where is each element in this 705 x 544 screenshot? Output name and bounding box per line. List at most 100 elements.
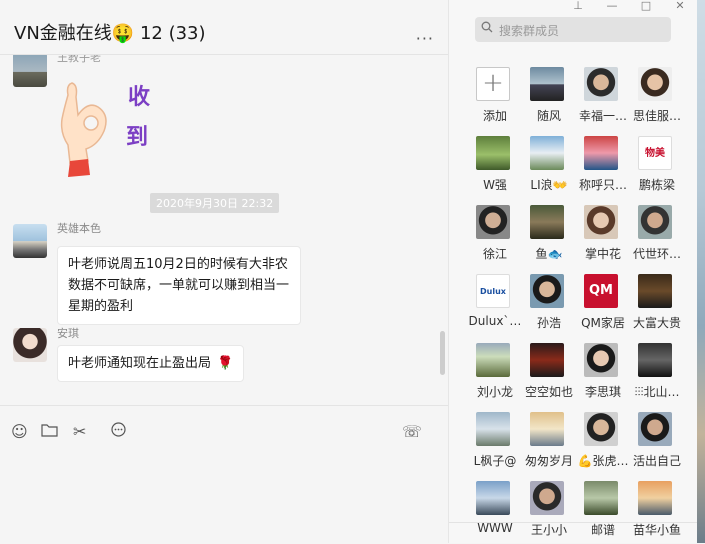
member-name: 幸福一… [578,109,627,123]
video-call-icon[interactable]: ☏ [402,422,422,441]
member-item[interactable]: 李思琪 [575,343,629,400]
message-bubble[interactable]: 叶老师说周五10月2日的时候有大非农数据不可缺席，一单就可以赚到相当一星期的盈利 [57,246,301,325]
member-item[interactable]: 邮谱 [575,481,629,538]
chat-header: VN金融在线🤑 12 (33) ··· [0,0,448,55]
avatar [530,343,564,377]
scissors-icon[interactable]: ✂ [73,422,86,441]
member-name: 💪张虎… [577,454,629,468]
close-icon[interactable]: ✕ [663,0,697,14]
more-button[interactable]: ··· [416,29,434,48]
member-name: L枫子@ [473,454,517,468]
member-item[interactable]: 孙浩 [521,274,575,331]
member-item[interactable]: 苗华小鱼 [629,481,683,538]
member-name: 徐江 [482,247,507,261]
member-name: 思佳服… [632,109,681,123]
input-toolbar: ☺ ✂ ☏ [0,405,448,544]
member-item[interactable]: 掌中花 [575,205,629,262]
member-name: 李思琪 [584,385,621,399]
avatar [638,67,672,101]
avatar: 物美 [638,136,672,170]
member-item[interactable]: LI浪👐 [521,136,575,193]
member-item[interactable]: 大富大贵 [629,274,683,331]
member-name: 苗华小鱼 [632,523,681,537]
avatar [584,67,618,101]
member-item[interactable]: 💪张虎… [575,412,629,469]
message-list[interactable]: 王教子老 收 到 2020年9月30日 22:32 英雄本色 叶老师说周五10月… [0,55,448,405]
member-item[interactable]: 刘小龙 [467,343,521,400]
member-count: 12 (33) [139,23,206,44]
scrollbar[interactable] [440,331,445,375]
sticker-text-2: 到 [126,125,149,150]
avatar [638,274,672,308]
search-icon [481,21,493,37]
avatar: QM [584,274,618,308]
member-item[interactable]: L枫子@ [467,412,521,469]
member-item[interactable]: 随风 [521,67,575,124]
title-emoji: 🤑 [111,23,135,44]
member-item[interactable]: 幸福一… [575,67,629,124]
chat-title: VN金融在线🤑 12 (33) [14,19,206,45]
member-item[interactable]: 物美 鹏栋梁 [629,136,683,193]
member-name: 称呼只… [578,178,627,192]
member-item[interactable]: 代世环… [629,205,683,262]
avatar [476,343,510,377]
member-item[interactable]: ⫶⫶⫶北山… [629,343,683,400]
member-name: 活出自己 [632,454,681,468]
add-member-button[interactable]: + 添加 [467,67,521,124]
plus-icon: + [476,67,510,101]
member-item[interactable]: 鱼🐟 [521,205,575,262]
member-name: ⫶⫶⫶北山… [634,385,680,399]
avatar [584,343,618,377]
timestamp-badge: 2020年9月30日 22:32 [150,193,280,213]
member-item[interactable]: QM QM家居 [575,274,629,331]
avatar [476,481,510,515]
minimize-icon[interactable]: — [595,0,629,14]
avatar [638,481,672,515]
chat-history-icon[interactable] [110,422,127,442]
avatar [584,481,618,515]
member-item[interactable]: 思佳服… [629,67,683,124]
member-name: LI浪👐 [530,178,568,192]
desktop-background [697,0,705,543]
folder-icon[interactable] [41,422,58,441]
window-controls: ⊥ — □ ✕ [561,0,697,14]
member-item[interactable]: 徐江 [467,205,521,262]
search-input[interactable] [497,17,669,44]
member-item[interactable]: 空空如也 [521,343,575,400]
ok-hand-sticker[interactable]: 收 到 [58,75,168,187]
member-item[interactable]: 匆匆岁月 [521,412,575,469]
avatar [530,67,564,101]
pin-icon[interactable]: ⊥ [561,0,595,14]
member-item[interactable]: W强 [467,136,521,193]
sender-name: 王教子老 [57,55,101,64]
message-bubble[interactable]: 叶老师通知现在止盈出局 🌹 [57,345,245,382]
member-item[interactable]: 称呼只… [575,136,629,193]
sender-name: 安琪 [57,327,79,340]
member-name: 代世环… [632,247,681,261]
emoji-icon[interactable]: ☺ [11,422,28,441]
members-panel: ⊥ — □ ✕ + 添加 随风幸福一…思佳服…W强LI浪👐称呼只…物美鹏栋梁徐江… [448,0,697,543]
group-name: VN金融在线 [14,23,112,44]
divider [449,522,697,523]
maximize-icon[interactable]: □ [629,0,663,14]
avatar[interactable] [13,328,47,362]
member-name: 鹏栋梁 [638,178,675,192]
member-name: 孙浩 [536,316,561,330]
avatar [638,343,672,377]
member-search[interactable] [475,17,671,44]
add-label: 添加 [482,109,507,123]
avatar [584,412,618,446]
member-name: 大富大贵 [632,316,681,330]
avatar [530,274,564,308]
member-item[interactable]: 王小小 [521,481,575,538]
member-name: Dulux`… [468,314,522,328]
avatar [584,136,618,170]
avatar[interactable] [13,224,47,258]
member-item[interactable]: WWW [467,481,521,538]
avatar [584,205,618,239]
member-item[interactable]: Dulux Dulux`… [467,274,521,331]
chat-panel: VN金融在线🤑 12 (33) ··· 王教子老 收 到 2020年9月30日 … [0,0,448,544]
member-item[interactable]: 活出自己 [629,412,683,469]
avatar[interactable] [13,55,47,87]
member-name: 匆匆岁月 [524,454,573,468]
